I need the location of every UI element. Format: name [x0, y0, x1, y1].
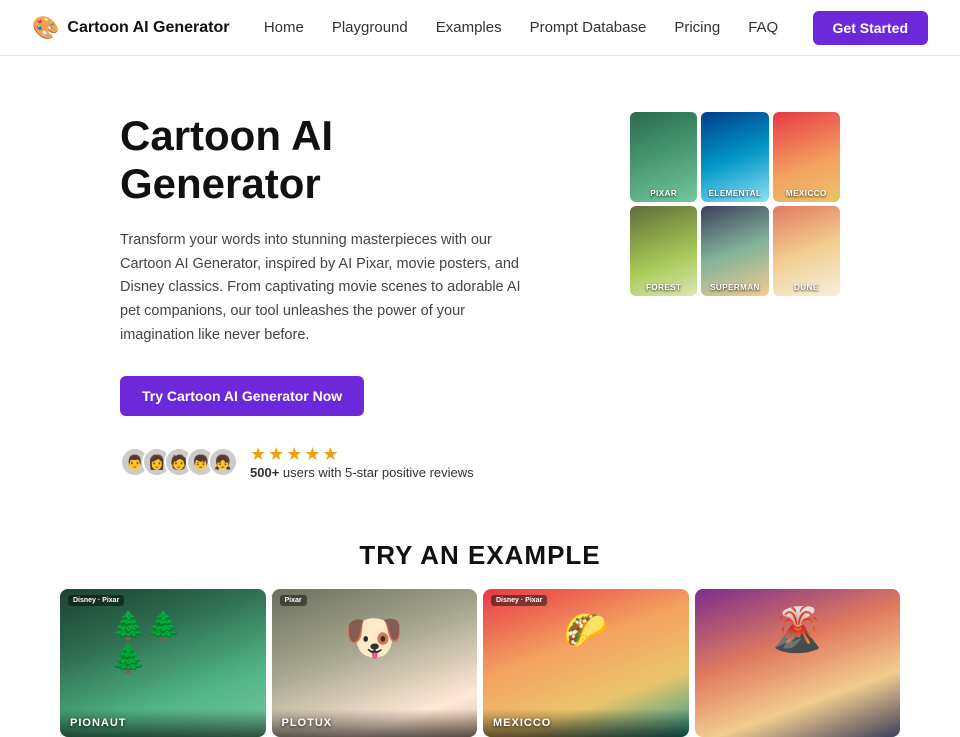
try-example-section: TRY AN EXAMPLE Disney · Pixar PIONAUT Pixa…: [0, 520, 960, 737]
nav-link-home[interactable]: Home: [264, 19, 304, 36]
logo-icon: 🎨: [32, 15, 59, 41]
hero-grid-image: Mexicco: [773, 112, 840, 202]
example-card[interactable]: Pixar PLOTUX: [272, 589, 478, 737]
example-card[interactable]: [695, 589, 901, 737]
hero-grid-image: Forest: [630, 206, 697, 296]
hero-grid-image-label: Elemental: [701, 189, 768, 198]
card-badge: Pixar: [280, 595, 307, 606]
example-card[interactable]: Disney · Pixar PIONAUT: [60, 589, 266, 737]
hero-grid-image: Dune: [773, 206, 840, 296]
hero-section: Cartoon AI Generator Transform your word…: [0, 56, 960, 520]
example-card-grid: Disney · Pixar PIONAUT Pixar PLOTUX Disney ·…: [60, 589, 900, 737]
avatar-group: 👨👩🧑👦👧: [120, 447, 238, 477]
hero-grid-image-label: Mexicco: [773, 189, 840, 198]
card-title: PLOTUX: [282, 717, 468, 729]
social-proof: 👨👩🧑👦👧 ★★★★★ 500+ users with 5-star posit…: [120, 444, 540, 480]
nav-link-examples[interactable]: Examples: [436, 19, 502, 36]
hero-grid-image: Superman: [701, 206, 768, 296]
preview-grid: Pixar Elemental Mexicco Forest Superman Dune: [630, 112, 840, 296]
avatar: 👧: [208, 447, 238, 477]
example-card[interactable]: Disney · Pixar MEXICCO: [483, 589, 689, 737]
card-title: PIONAUT: [70, 717, 256, 729]
nav-link-playground[interactable]: Playground: [332, 19, 408, 36]
logo[interactable]: 🎨 Cartoon AI Generator: [32, 15, 230, 41]
hero-grid-image-label: Superman: [701, 283, 768, 292]
hero-description: Transform your words into stunning maste…: [120, 229, 540, 349]
nav-link-faq[interactable]: FAQ: [748, 19, 778, 36]
hero-image-grid: Pixar Elemental Mexicco Forest Superman Dune: [630, 112, 840, 296]
hero-grid-image: Pixar: [630, 112, 697, 202]
nav-link-pricing[interactable]: Pricing: [674, 19, 720, 36]
card-title: MEXICCO: [493, 717, 679, 729]
hero-grid-image-label: Forest: [630, 283, 697, 292]
hero-cta-button[interactable]: Try Cartoon AI Generator Now: [120, 376, 364, 416]
review-info: ★★★★★ 500+ users with 5-star positive re…: [250, 444, 474, 480]
nav-links: Home Playground Examples Prompt Database Pri…: [264, 19, 778, 37]
logo-text: Cartoon AI Generator: [67, 19, 229, 37]
card-badge: Disney · Pixar: [68, 595, 124, 606]
try-section-title: TRY AN EXAMPLE: [60, 540, 900, 571]
hero-content: Cartoon AI Generator Transform your word…: [120, 112, 540, 480]
hero-title: Cartoon AI Generator: [120, 112, 540, 209]
review-text: 500+ users with 5-star positive reviews: [250, 465, 474, 480]
hero-grid-image: Elemental: [701, 112, 768, 202]
navbar: 🎨 Cartoon AI Generator Home Playground Exa…: [0, 0, 960, 56]
hero-grid-image-label: Pixar: [630, 189, 697, 198]
hero-grid-image-label: Dune: [773, 283, 840, 292]
nav-link-prompt-database[interactable]: Prompt Database: [530, 19, 647, 36]
star-rating: ★★★★★: [250, 444, 474, 465]
card-badge: Disney · Pixar: [491, 595, 547, 606]
get-started-button[interactable]: Get Started: [813, 11, 928, 45]
